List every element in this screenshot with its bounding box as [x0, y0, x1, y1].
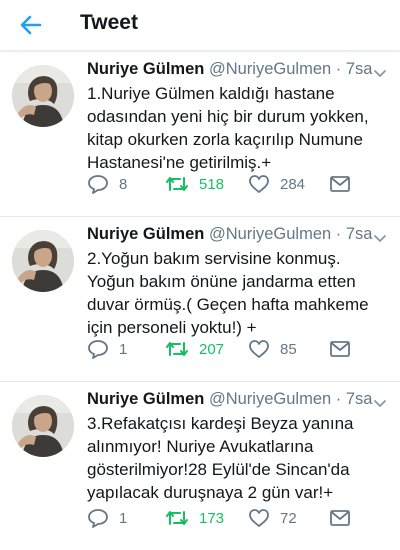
tweet-header: Nuriye Gülmen @NuriyeGulmen · 7sa	[87, 222, 387, 246]
back-arrow-icon[interactable]	[18, 12, 44, 38]
dm-icon	[329, 175, 351, 193]
tweet-time[interactable]: 7sa	[346, 60, 373, 78]
reply-icon	[87, 508, 109, 528]
tweet-actions: 1 173 72	[87, 505, 387, 531]
author-handle[interactable]: @NuriyeGulmen	[209, 225, 331, 243]
chevron-down-icon[interactable]	[374, 395, 386, 407]
tweet-actions: 8 518 284	[87, 171, 387, 197]
top-bar: Tweet	[0, 0, 400, 51]
dm-button[interactable]	[329, 505, 351, 531]
avatar[interactable]	[12, 395, 74, 457]
like-count: 284	[280, 175, 306, 193]
tweet-text: 3.Refakatçısı kardeşi Beyza yanına alınm…	[87, 414, 354, 502]
avatar[interactable]	[12, 65, 74, 127]
author-handle[interactable]: @NuriyeGulmen	[209, 390, 331, 408]
retweet-count: 518	[199, 175, 225, 193]
reply-count: 1	[119, 340, 128, 358]
like-count: 85	[280, 340, 297, 358]
like-icon	[248, 174, 270, 194]
retweet-icon	[165, 508, 189, 528]
like-button[interactable]: 85	[248, 336, 297, 362]
retweet-button[interactable]: 173	[165, 505, 224, 531]
dm-icon	[329, 340, 351, 358]
reply-icon	[87, 174, 109, 194]
tweet-text: 2.Yoğun bakım servisine konmuş. Yoğun ba…	[87, 249, 369, 337]
page-title: Tweet	[80, 11, 138, 34]
retweet-count: 207	[199, 340, 225, 358]
tweet-item[interactable]: Nuriye Gülmen @NuriyeGulmen · 7sa 3.Refa…	[0, 381, 400, 546]
tweet-time[interactable]: 7sa	[346, 390, 373, 408]
tweet-actions: 1 207 85	[87, 336, 387, 362]
retweet-button[interactable]: 518	[165, 171, 224, 197]
tweet-item[interactable]: Nuriye Gülmen @NuriyeGulmen · 7sa 1.Nuri…	[0, 51, 400, 217]
tweet-item[interactable]: Nuriye Gülmen @NuriyeGulmen · 7sa 2.Yoğu…	[0, 216, 400, 382]
separator: ·	[331, 225, 346, 243]
like-count: 72	[280, 509, 297, 527]
retweet-icon	[165, 339, 189, 359]
retweet-count: 173	[199, 509, 225, 527]
separator: ·	[331, 60, 346, 78]
reply-button[interactable]: 8	[87, 171, 127, 197]
dm-icon	[329, 509, 351, 527]
reply-count: 1	[119, 509, 128, 527]
chevron-down-icon[interactable]	[374, 230, 386, 242]
author-handle[interactable]: @NuriyeGulmen	[209, 60, 331, 78]
reply-icon	[87, 339, 109, 359]
reply-button[interactable]: 1	[87, 336, 127, 362]
dm-button[interactable]	[329, 336, 351, 362]
like-button[interactable]: 284	[248, 171, 305, 197]
avatar[interactable]	[12, 230, 74, 292]
author-name[interactable]: Nuriye Gülmen	[87, 60, 204, 78]
retweet-icon	[165, 174, 189, 194]
like-button[interactable]: 72	[248, 505, 297, 531]
reply-button[interactable]: 1	[87, 505, 127, 531]
tweet-text: 1.Nuriye Gülmen kaldığı hastane odasında…	[87, 84, 369, 172]
separator: ·	[331, 390, 346, 408]
tweet-header: Nuriye Gülmen @NuriyeGulmen · 7sa	[87, 387, 387, 411]
author-name[interactable]: Nuriye Gülmen	[87, 390, 204, 408]
like-icon	[248, 508, 270, 528]
retweet-button[interactable]: 207	[165, 336, 224, 362]
reply-count: 8	[119, 175, 128, 193]
tweet-time[interactable]: 7sa	[346, 225, 373, 243]
dm-button[interactable]	[329, 171, 351, 197]
tweet-header: Nuriye Gülmen @NuriyeGulmen · 7sa	[87, 57, 387, 81]
author-name[interactable]: Nuriye Gülmen	[87, 225, 204, 243]
like-icon	[248, 339, 270, 359]
chevron-down-icon[interactable]	[374, 65, 386, 77]
